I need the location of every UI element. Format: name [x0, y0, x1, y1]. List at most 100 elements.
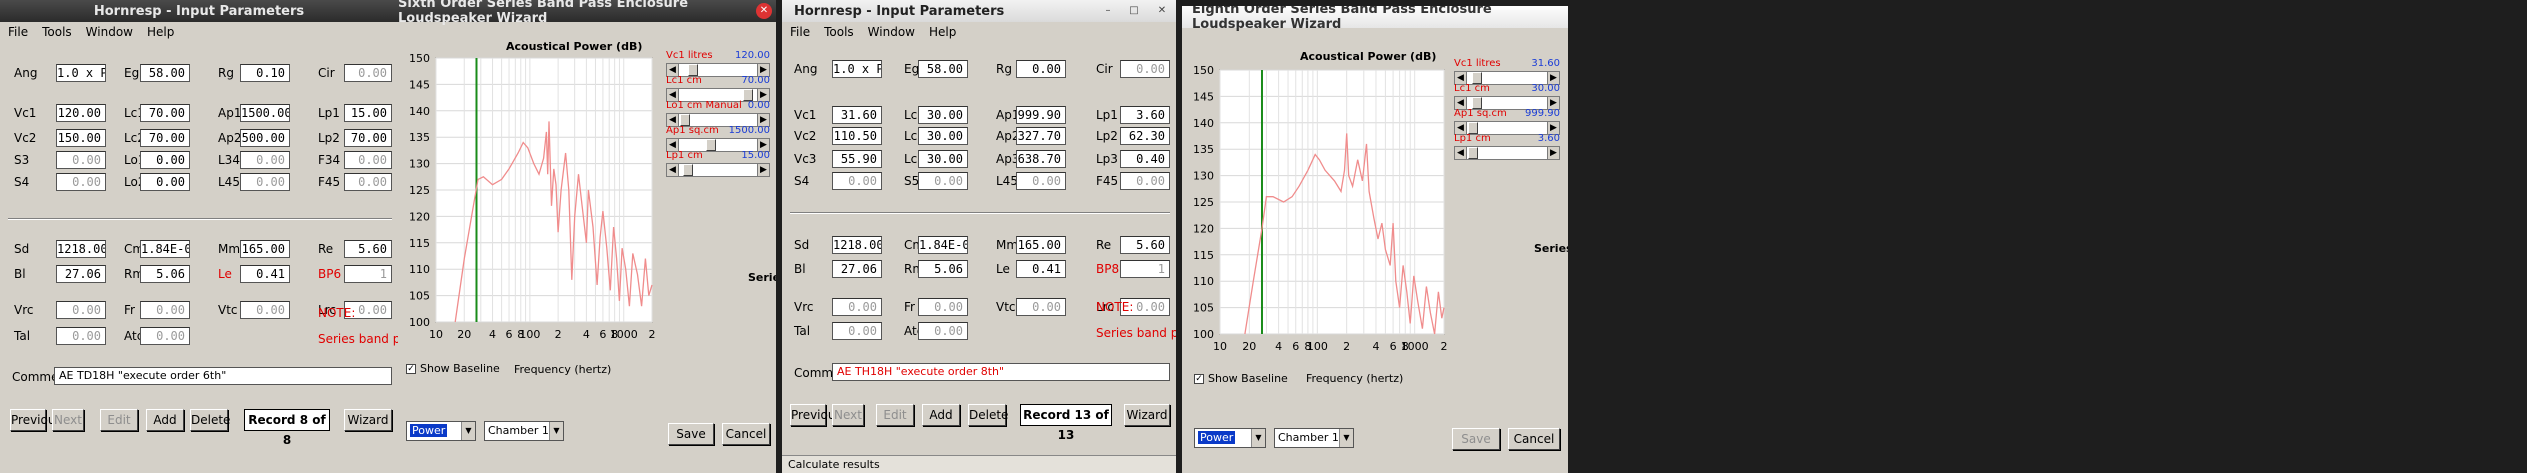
param-field-cms[interactable]: 1.84E-04: [918, 236, 968, 254]
param-field-cms[interactable]: 1.84E-04: [140, 240, 190, 258]
add-button[interactable]: Add: [922, 404, 960, 426]
edit-button[interactable]: Edit: [876, 404, 914, 426]
param-field-vc2[interactable]: 150.00: [56, 129, 106, 147]
comment-field[interactable]: AE TD18H "execute order 6th": [54, 367, 392, 385]
param-field-cir[interactable]: 0.00: [344, 64, 392, 82]
menu-window[interactable]: Window: [86, 25, 133, 39]
param-field-bl[interactable]: 27.06: [832, 260, 882, 278]
output-type-select[interactable]: Power ▼: [406, 421, 476, 441]
param-field-vrc[interactable]: 0.00: [56, 301, 106, 319]
param-field-ap2[interactable]: 500.00: [240, 129, 290, 147]
menu-tools[interactable]: Tools: [42, 25, 72, 39]
menu-tools[interactable]: Tools: [824, 25, 854, 39]
minimize-icon[interactable]: –: [1100, 3, 1116, 19]
slider-track[interactable]: ◀ ▶: [666, 163, 770, 177]
param-field-lc2[interactable]: 30.00: [918, 127, 968, 145]
param-field-mmd[interactable]: 165.00: [240, 240, 290, 258]
param-field-fr[interactable]: 0.00: [918, 298, 968, 316]
param-field-lp1[interactable]: 15.00: [344, 104, 392, 122]
param-field-rms[interactable]: 5.06: [918, 260, 968, 278]
close-icon[interactable]: ✕: [756, 3, 772, 19]
param-field-bp8[interactable]: 1: [1120, 260, 1170, 278]
slider-track[interactable]: ◀ ▶: [1454, 146, 1560, 160]
param-field-le[interactable]: 0.41: [240, 265, 290, 283]
param-field-vc3[interactable]: 55.90: [832, 150, 882, 168]
param-field-lp2[interactable]: 62.30: [1120, 127, 1170, 145]
param-field-l34[interactable]: 0.00: [240, 151, 290, 169]
chevron-right-icon[interactable]: ▶: [757, 164, 769, 176]
save-button[interactable]: Save: [668, 423, 714, 445]
param-field-bp6[interactable]: 1: [344, 265, 392, 283]
param-field-vc1[interactable]: 120.00: [56, 104, 106, 122]
param-field-ang[interactable]: 1.0 x Pi: [56, 64, 106, 82]
menu-window[interactable]: Window: [868, 25, 915, 39]
save-button[interactable]: Save: [1452, 428, 1500, 450]
chevron-left-icon[interactable]: ◀: [667, 164, 679, 176]
param-field-vc2[interactable]: 110.50: [832, 127, 882, 145]
previous-button[interactable]: Previous: [10, 409, 62, 431]
delete-button[interactable]: Delete: [968, 404, 1008, 426]
param-field-fr[interactable]: 0.00: [140, 301, 190, 319]
menu-file[interactable]: File: [790, 25, 810, 39]
param-field-s3[interactable]: 0.00: [56, 151, 106, 169]
param-field-eg[interactable]: 58.00: [918, 60, 968, 78]
cancel-button[interactable]: Cancel: [1508, 428, 1560, 450]
slider-thumb[interactable]: [705, 139, 716, 151]
param-field-lo1[interactable]: 0.00: [140, 151, 190, 169]
next-button[interactable]: Next: [52, 409, 84, 431]
param-field-tal[interactable]: 0.00: [56, 327, 106, 345]
param-field-atc[interactable]: 0.00: [918, 322, 968, 340]
param-field-l45[interactable]: 0.00: [240, 173, 290, 191]
maximize-icon[interactable]: □: [1126, 3, 1142, 19]
edit-button[interactable]: Edit: [100, 409, 138, 431]
param-field-cir[interactable]: 0.00: [1120, 60, 1170, 78]
chamber-select[interactable]: Chamber 1 ▼: [484, 421, 564, 441]
param-field-mmd[interactable]: 165.00: [1016, 236, 1066, 254]
chevron-right-icon[interactable]: ▶: [1547, 147, 1559, 159]
param-field-rg[interactable]: 0.00: [1016, 60, 1066, 78]
param-field-s4[interactable]: 0.00: [832, 172, 882, 190]
param-field-bl[interactable]: 27.06: [56, 265, 106, 283]
param-field-vtc[interactable]: 0.00: [1016, 298, 1066, 316]
show-baseline-checkbox[interactable]: ✓ Show Baseline: [406, 362, 500, 375]
param-field-l45[interactable]: 0.00: [1016, 172, 1066, 190]
param-field-vc1[interactable]: 31.60: [832, 106, 882, 124]
previous-button[interactable]: Previous: [790, 404, 842, 426]
param-field-vtc[interactable]: 0.00: [240, 301, 290, 319]
wizard-button[interactable]: Wizard: [344, 409, 392, 431]
show-baseline-checkbox[interactable]: ✓ Show Baseline: [1194, 372, 1288, 385]
param-field-sd[interactable]: 1218.00: [56, 240, 106, 258]
param-field-lo2[interactable]: 0.00: [140, 173, 190, 191]
param-field-rms[interactable]: 5.06: [140, 265, 190, 283]
param-field-atc[interactable]: 0.00: [140, 327, 190, 345]
param-field-le[interactable]: 0.41: [1016, 260, 1066, 278]
param-field-eg[interactable]: 58.00: [140, 64, 190, 82]
chevron-left-icon[interactable]: ◀: [1455, 147, 1467, 159]
param-field-lp1[interactable]: 3.60: [1120, 106, 1170, 124]
menu-help[interactable]: Help: [147, 25, 174, 39]
menu-file[interactable]: File: [8, 25, 28, 39]
param-field-f45[interactable]: 0.00: [344, 173, 392, 191]
param-field-lp3[interactable]: 0.40: [1120, 150, 1170, 168]
param-field-lc1[interactable]: 30.00: [918, 106, 968, 124]
chamber-select[interactable]: Chamber 1 ▼: [1274, 428, 1354, 448]
param-field-s5[interactable]: 0.00: [918, 172, 968, 190]
param-field-sd[interactable]: 1218.00: [832, 236, 882, 254]
comment-field[interactable]: AE TH18H "execute order 8th": [832, 363, 1170, 381]
slider-thumb[interactable]: [1468, 147, 1478, 159]
slider-thumb[interactable]: [683, 164, 694, 176]
delete-button[interactable]: Delete: [190, 409, 230, 431]
param-field-lc2[interactable]: 70.00: [140, 129, 190, 147]
param-field-f34[interactable]: 0.00: [344, 151, 392, 169]
next-button[interactable]: Next: [832, 404, 864, 426]
add-button[interactable]: Add: [146, 409, 184, 431]
param-field-lc1[interactable]: 70.00: [140, 104, 190, 122]
param-field-re[interactable]: 5.60: [344, 240, 392, 258]
param-field-lc3[interactable]: 30.00: [918, 150, 968, 168]
param-field-f45[interactable]: 0.00: [1120, 172, 1170, 190]
param-field-ang[interactable]: 1.0 x Pi: [832, 60, 882, 78]
menu-help[interactable]: Help: [929, 25, 956, 39]
param-field-ap3[interactable]: 638.70: [1016, 150, 1066, 168]
wizard-button[interactable]: Wizard: [1124, 404, 1170, 426]
param-field-lp2[interactable]: 70.00: [344, 129, 392, 147]
